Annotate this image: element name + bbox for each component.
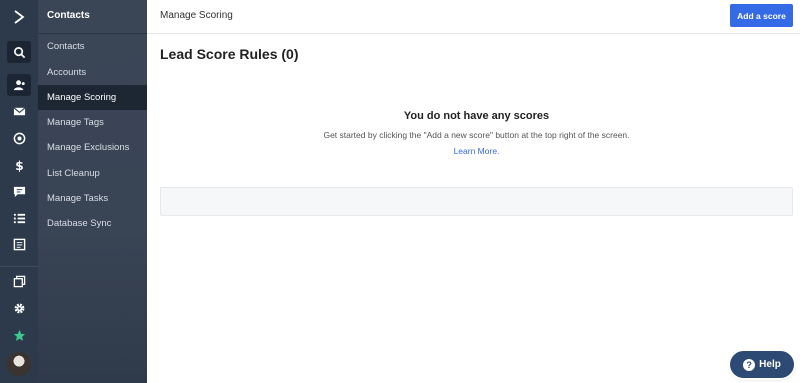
- contacts-subnav: Contacts Contacts Accounts Manage Scorin…: [38, 0, 147, 383]
- target-icon[interactable]: [7, 127, 31, 149]
- empty-state-title: You do not have any scores: [403, 110, 550, 122]
- logo-chevron-icon[interactable]: [0, 0, 38, 34]
- page-title: Lead Score Rules (0): [160, 46, 299, 62]
- star-icon[interactable]: [7, 324, 31, 346]
- help-label: Help: [759, 359, 781, 370]
- report-icon[interactable]: [7, 233, 31, 255]
- subnav-item-manage-tags[interactable]: Manage Tags: [38, 110, 147, 135]
- subnav-item-accounts[interactable]: Accounts: [38, 60, 147, 85]
- breadcrumb: Manage Scoring: [160, 10, 233, 21]
- svg-text:$: $: [15, 159, 23, 172]
- rail-divider: [0, 266, 38, 267]
- empty-state-text: Get started by clicking the "Add a new s…: [323, 130, 630, 140]
- empty-state: You do not have any scores Get started b…: [160, 110, 793, 159]
- add-score-button[interactable]: Add a score: [730, 4, 793, 27]
- list-icon[interactable]: [7, 207, 31, 229]
- learn-more-link[interactable]: Learn More.: [454, 145, 500, 157]
- gear-icon[interactable]: [7, 297, 31, 319]
- chat-icon[interactable]: [7, 180, 31, 202]
- avatar[interactable]: [7, 352, 31, 376]
- question-icon: ?: [743, 358, 756, 371]
- subnav-item-manage-scoring[interactable]: Manage Scoring: [38, 85, 147, 110]
- help-button[interactable]: ? Help: [730, 351, 794, 378]
- icon-rail: $: [0, 0, 38, 383]
- top-bar: Manage Scoring Add a score: [147, 0, 800, 34]
- subnav-item-list-cleanup[interactable]: List Cleanup: [38, 161, 147, 186]
- search-icon[interactable]: [7, 41, 31, 63]
- subnav-item-manage-exclusions[interactable]: Manage Exclusions: [38, 135, 147, 160]
- mail-icon[interactable]: [7, 100, 31, 122]
- scores-table-panel: [160, 187, 793, 216]
- dollar-icon[interactable]: $: [7, 154, 31, 176]
- subnav-item-manage-tasks[interactable]: Manage Tasks: [38, 186, 147, 211]
- subnav-item-contacts[interactable]: Contacts: [38, 34, 147, 59]
- subnav-title: Contacts: [47, 10, 90, 21]
- copy-icon[interactable]: [7, 270, 31, 292]
- subnav-item-database-sync[interactable]: Database Sync: [38, 211, 147, 236]
- contacts-icon[interactable]: [7, 74, 31, 96]
